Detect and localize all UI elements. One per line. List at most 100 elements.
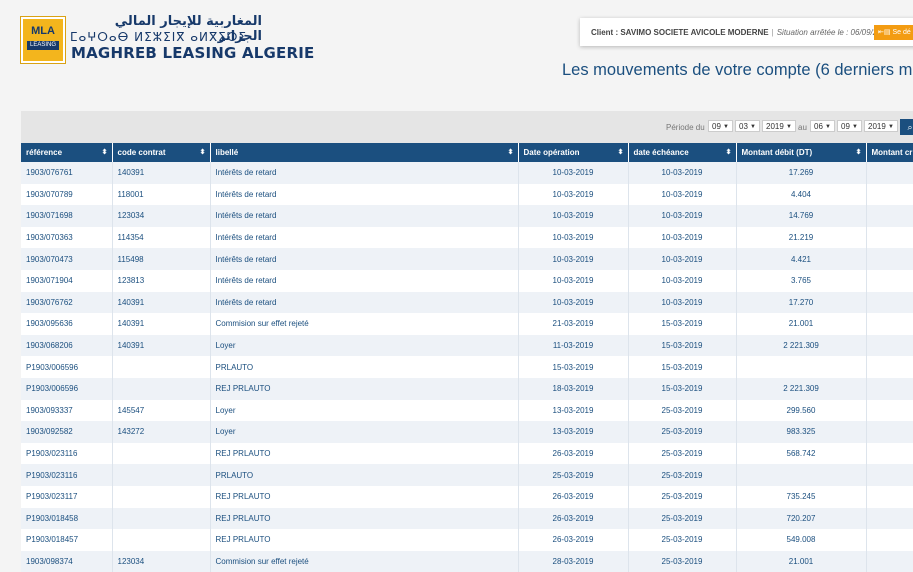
col-code-contrat-cell: 140391 [112, 313, 211, 335]
col-montant-debit-cell: 14.769 [736, 205, 867, 227]
to-day-select[interactable]: 06 ▼ [810, 120, 835, 132]
from-year-value: 2019 [766, 122, 784, 131]
table-row[interactable]: 1903/071698 123034 Intérêts de retard 10-03… [21, 205, 913, 227]
col-date-operation-cell: 10-03-2019 [518, 291, 629, 314]
table-row[interactable]: P1903/006596 PRLAUTO 15-03-2019 15-03-2019 [21, 356, 913, 378]
col-montant-credit-cell [866, 529, 913, 551]
table-row[interactable]: 1903/070363 114354 Intérêts de retard 10-03… [21, 226, 913, 249]
col-code-contrat-header[interactable]: code contrat ⬍ [112, 143, 211, 162]
col-reference-header[interactable]: référence ⬍ [21, 143, 113, 162]
col-libelle-header[interactable]: libellé ⬍ [210, 143, 519, 162]
col-montant-credit-cell [866, 205, 913, 227]
col-montant-debit-cell: 17.269 [736, 162, 867, 184]
to-month-value: 09 [841, 122, 850, 131]
table-row[interactable]: 1903/098374 123034 Commision sur effet rej… [21, 550, 913, 572]
col-date-operation-cell: 18-03-2019 [518, 377, 629, 400]
col-date-echeance-cell: 15-03-2019 [628, 334, 737, 357]
table-row[interactable]: P1903/018458 REJ PRLAUTO 26-03-2019 25-03-2… [21, 507, 913, 530]
col-date-operation-cell: 10-03-2019 [518, 183, 629, 206]
col-date-echeance-cell: 25-03-2019 [628, 442, 737, 465]
logout-button[interactable]: ⇤▤ Se dé [874, 25, 913, 40]
col-montant-credit-cell [866, 248, 913, 270]
table-row[interactable]: 1903/070789 118001 Intérêts de retard 10-03… [21, 183, 913, 206]
search-button[interactable]: ⌕ [900, 119, 913, 135]
from-month-select[interactable]: 03 ▼ [735, 120, 760, 132]
col-libelle-cell: Intérêts de retard [210, 183, 519, 206]
table-row[interactable]: P1903/023117 REJ PRLAUTO 26-03-2019 25-03-2… [21, 485, 913, 508]
col-libelle-cell: Loyer [210, 334, 519, 357]
table-row[interactable]: P1903/023116 PRLAUTO 25-03-2019 25-03-2019 [21, 464, 913, 486]
table-row[interactable]: 1903/070473 115498 Intérêts de retard 10-03… [21, 248, 913, 270]
col-libelle-cell: PRLAUTO [210, 464, 519, 486]
col-reference-cell: P1903/018457 [21, 529, 113, 551]
col-date-operation-header[interactable]: Date opération ⬍ [518, 143, 629, 162]
table-row[interactable]: 1903/093337 145547 Loyer 13-03-2019 25-03-20… [21, 399, 913, 422]
table-row[interactable]: 1903/071904 123813 Intérêts de retard 10-03… [21, 269, 913, 292]
col-montant-debit-header[interactable]: Montant débit (DT) ⬍ [736, 143, 867, 162]
chevron-down-icon: ▼ [852, 124, 858, 130]
col-code-contrat-cell: 123034 [112, 205, 211, 227]
table-row[interactable]: 1903/076761 140391 Intérêts de retard 10-03… [21, 162, 913, 184]
col-montant-credit-cell [866, 550, 913, 572]
col-montant-credit-cell [866, 485, 913, 508]
chevron-down-icon: ▼ [888, 124, 894, 130]
col-date-echeance-cell: 10-03-2019 [628, 183, 737, 206]
header-label: Date opération [523, 148, 580, 157]
col-montant-credit-header[interactable]: Montant cr [866, 143, 913, 162]
col-montant-debit-cell: 17.270 [736, 291, 867, 314]
col-code-contrat-cell: 118001 [112, 183, 211, 206]
logo-badge-text: MLA [31, 25, 55, 37]
col-code-contrat-cell: 140391 [112, 334, 211, 357]
from-year-select[interactable]: 2019 ▼ [762, 120, 796, 132]
col-date-echeance-cell: 10-03-2019 [628, 269, 737, 292]
sort-icon: ⬍ [725, 149, 732, 156]
from-day-select[interactable]: 09 ▼ [708, 120, 733, 132]
table-row[interactable]: 1903/068206 140391 Loyer 11-03-2019 15-03-20… [21, 334, 913, 357]
to-label: au [798, 123, 807, 132]
sort-icon: ⬍ [199, 149, 206, 156]
col-date-echeance-cell: 15-03-2019 [628, 356, 737, 378]
period-label: Période du [666, 123, 705, 132]
table-row[interactable]: P1903/018457 REJ PRLAUTO 26-03-2019 25-03-2… [21, 529, 913, 551]
col-date-echeance-cell: 10-03-2019 [628, 291, 737, 314]
separator: | [771, 28, 774, 37]
col-montant-credit-cell [866, 399, 913, 422]
col-montant-debit-cell [736, 356, 867, 378]
table-row[interactable]: 1903/092582 143272 Loyer 13-03-2019 25-03-20… [21, 421, 913, 443]
col-date-echeance-header[interactable]: date échéance ⬍ [628, 143, 737, 162]
table-row[interactable]: 1903/076762 140391 Intérêts de retard 10-03… [21, 291, 913, 314]
col-code-contrat-cell [112, 485, 211, 508]
col-montant-credit-cell [866, 291, 913, 314]
col-reference-cell: 1903/070789 [21, 183, 113, 206]
col-libelle-cell: Commision sur effet rejeté [210, 550, 519, 572]
col-code-contrat-cell: 123813 [112, 269, 211, 292]
col-montant-credit-cell [866, 269, 913, 292]
col-montant-debit-cell: 21.219 [736, 226, 867, 249]
col-date-echeance-cell: 25-03-2019 [628, 485, 737, 508]
col-date-echeance-cell: 25-03-2019 [628, 399, 737, 422]
table-row[interactable]: P1903/023116 REJ PRLAUTO 26-03-2019 25-03-2… [21, 442, 913, 465]
col-date-echeance-cell: 10-03-2019 [628, 226, 737, 249]
col-code-contrat-cell [112, 356, 211, 378]
to-year-select[interactable]: 2019 ▼ [864, 120, 898, 132]
header-label: code contrat [117, 148, 166, 157]
col-montant-credit-cell [866, 464, 913, 486]
col-reference-cell: P1903/006596 [21, 377, 113, 400]
col-libelle-cell: Intérêts de retard [210, 162, 519, 184]
to-month-select[interactable]: 09 ▼ [837, 120, 862, 132]
col-date-operation-cell: 10-03-2019 [518, 248, 629, 270]
chevron-down-icon: ▼ [825, 124, 831, 130]
col-reference-cell: 1903/070363 [21, 226, 113, 249]
col-libelle-cell: Commision sur effet rejeté [210, 313, 519, 335]
client-info-box: Client : SAVIMO SOCIETE AVICOLE MODERNE |… [580, 18, 913, 46]
col-reference-cell: 1903/076762 [21, 291, 113, 314]
col-montant-debit-cell: 568.742 [736, 442, 867, 465]
col-reference-cell: P1903/023116 [21, 464, 113, 486]
table-row[interactable]: P1903/006596 REJ PRLAUTO 18-03-2019 15-03-2… [21, 377, 913, 400]
col-date-operation-cell: 10-03-2019 [518, 162, 629, 184]
col-montant-debit-cell [736, 464, 867, 486]
col-montant-debit-cell: 3.765 [736, 269, 867, 292]
table-row[interactable]: 1903/095636 140391 Commision sur effet rej… [21, 313, 913, 335]
logo-badge[interactable]: MLA LEASING [21, 17, 65, 63]
client-name: Client : SAVIMO SOCIETE AVICOLE MODERNE [591, 28, 769, 37]
